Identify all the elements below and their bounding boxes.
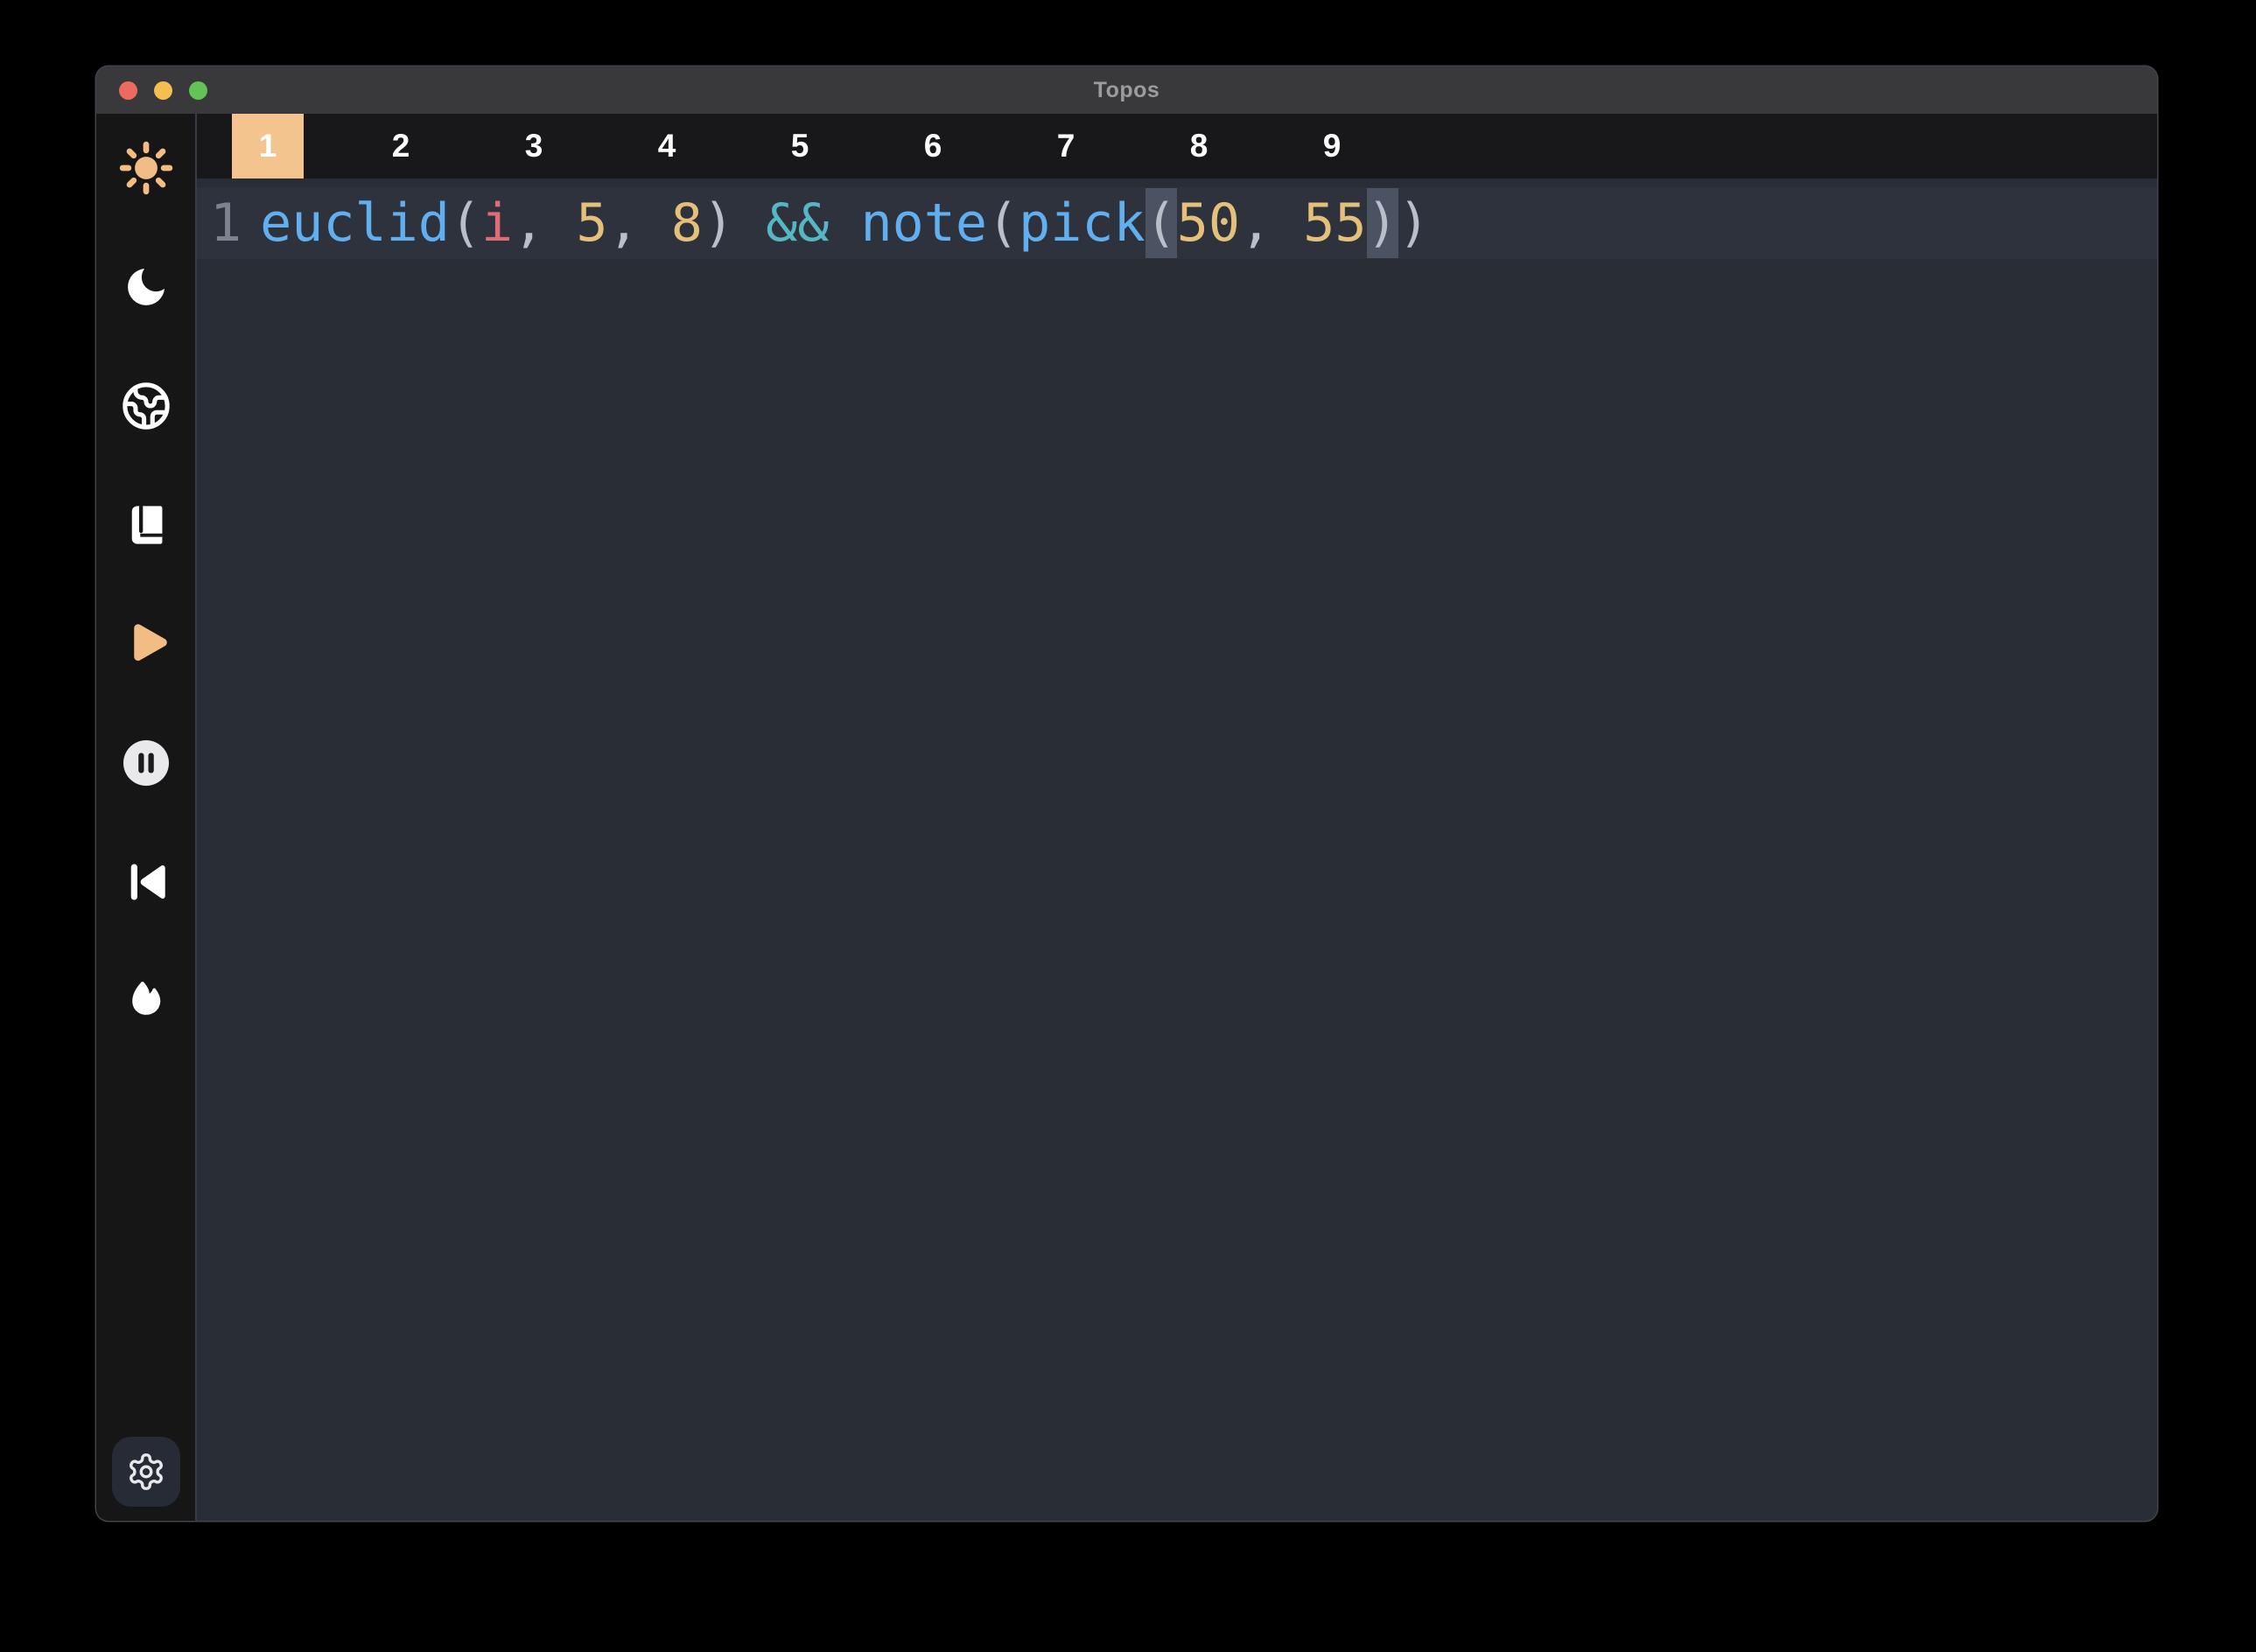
code-token-function: euclid (260, 192, 450, 254)
code-token-number: 50 (1177, 192, 1240, 254)
skip-back-icon (122, 858, 171, 906)
code-token-operator: && (766, 192, 829, 254)
active-code-line[interactable]: 1 euclid(i, 5, 8) && note(pick(50, 55)) (197, 187, 2157, 259)
window-title: Topos (1094, 78, 1160, 103)
window-content: 123456789 1 euclid(i, 5, 8) && note(pick… (96, 114, 2157, 1521)
tab-1[interactable]: 1 (201, 114, 334, 178)
flame-button[interactable] (117, 973, 175, 1029)
tab-label: 3 (498, 114, 570, 178)
tab-label: 6 (897, 114, 969, 178)
pause-button[interactable] (117, 735, 175, 791)
flame-icon (123, 977, 170, 1025)
code-token-punct: ( (450, 192, 481, 254)
code-token-punct (829, 192, 860, 254)
code-token-punct: ) (1398, 192, 1430, 254)
code-token-punct: , (608, 192, 671, 254)
titlebar[interactable]: Topos (96, 66, 2157, 114)
tab-label: 7 (1030, 114, 1102, 178)
code-token-punct: ) (703, 192, 766, 254)
code-token-variable: i (481, 192, 513, 254)
play-button[interactable] (117, 616, 175, 672)
code-token-function: note (861, 192, 988, 254)
globe-icon (121, 381, 172, 431)
tab-bar: 123456789 (197, 114, 2157, 178)
moon-icon (122, 262, 171, 312)
code-token-function: pick (1019, 192, 1146, 254)
sidebar (96, 114, 197, 1521)
sun-icon (119, 141, 173, 195)
code-token-number: 55 (1303, 192, 1366, 254)
tab-5[interactable]: 5 (733, 114, 866, 178)
zoom-button[interactable] (189, 81, 207, 100)
settings-button[interactable] (112, 1437, 180, 1507)
tab-label: 4 (631, 114, 703, 178)
tab-label: 9 (1296, 114, 1368, 178)
tab-label: 2 (365, 114, 437, 178)
tab-label: 1 (232, 114, 304, 178)
tab-4[interactable]: 4 (600, 114, 733, 178)
tab-3[interactable]: 3 (467, 114, 600, 178)
app-window: Topos (96, 66, 2157, 1521)
code-token-punct: ( (987, 192, 1019, 254)
code-editor[interactable]: 1 euclid(i, 5, 8) && note(pick(50, 55)) (197, 178, 2157, 1521)
tab-9[interactable]: 9 (1265, 114, 1398, 178)
play-icon (120, 618, 172, 670)
gear-icon (126, 1452, 166, 1492)
tab-6[interactable]: 6 (866, 114, 999, 178)
tab-8[interactable]: 8 (1132, 114, 1265, 178)
code-text: euclid(i, 5, 8) && note(pick(50, 55)) (260, 188, 1430, 258)
line-number: 1 (197, 188, 242, 258)
tab-label: 5 (764, 114, 836, 178)
desktop-background: Topos (0, 0, 2256, 1652)
minimize-button[interactable] (154, 81, 172, 100)
moon-button[interactable] (117, 259, 175, 315)
close-button[interactable] (119, 81, 137, 100)
tab-7[interactable]: 7 (999, 114, 1132, 178)
sun-button[interactable] (117, 140, 175, 196)
code-token-punct: , (513, 192, 576, 254)
tab-label: 8 (1163, 114, 1235, 178)
code-token-punct-matched: ( (1146, 188, 1177, 258)
code-token-number: 5 (576, 192, 607, 254)
skip-back-button[interactable] (117, 854, 175, 910)
code-token-number: 8 (671, 192, 703, 254)
traffic-lights (119, 66, 207, 114)
book-icon (123, 502, 169, 548)
code-token-punct: , (1240, 192, 1303, 254)
tab-2[interactable]: 2 (334, 114, 467, 178)
code-token-punct-matched: ) (1367, 188, 1398, 258)
globe-button[interactable] (117, 378, 175, 434)
book-button[interactable] (117, 497, 175, 553)
pause-icon (120, 737, 172, 789)
main-area: 123456789 1 euclid(i, 5, 8) && note(pick… (197, 114, 2157, 1521)
